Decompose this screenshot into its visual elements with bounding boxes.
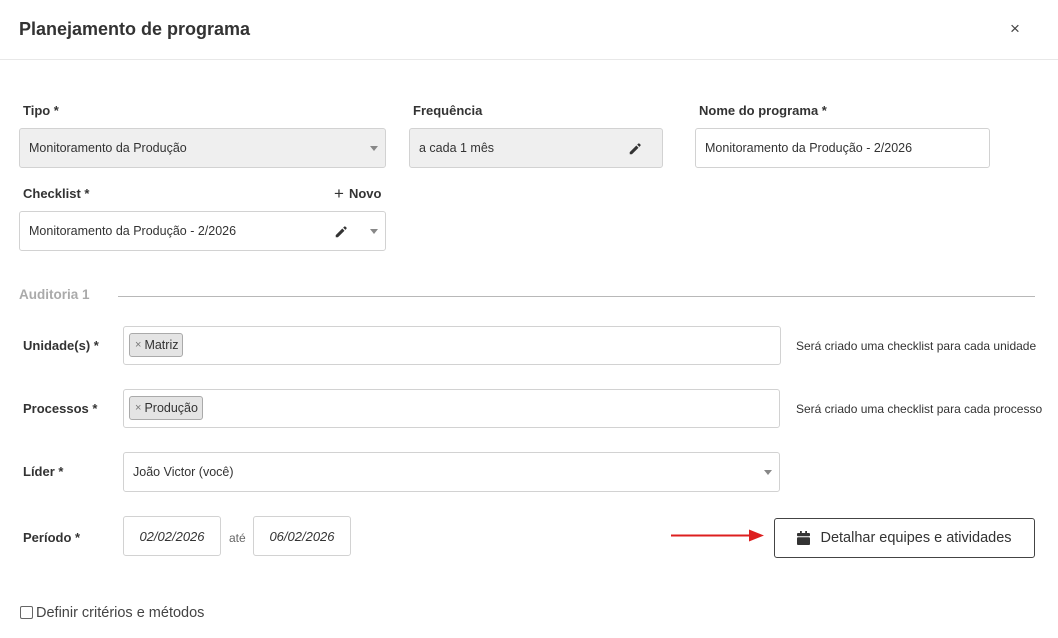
modal-title: Planejamento de programa bbox=[19, 19, 251, 39]
tag-matriz: × Matriz bbox=[129, 333, 184, 357]
periodo-start-input[interactable]: 02/02/2026 bbox=[123, 516, 221, 556]
detail-button-label: Detalhar equipes e atividades bbox=[820, 530, 1012, 546]
chevron-down-icon bbox=[764, 470, 772, 475]
lider-value: João Victor (você) bbox=[133, 465, 234, 479]
tipo-label: Tipo * bbox=[23, 103, 59, 118]
annotation-arrow bbox=[671, 529, 764, 542]
tag-remove-icon[interactable]: × bbox=[135, 339, 141, 351]
header-divider bbox=[0, 59, 1058, 60]
periodo-end-input[interactable]: 06/02/2026 bbox=[253, 516, 351, 556]
chevron-down-icon bbox=[370, 229, 378, 234]
unidades-label: Unidade(s) * bbox=[23, 338, 99, 353]
tag-remove-icon[interactable]: × bbox=[135, 402, 141, 414]
novo-label: Novo bbox=[348, 186, 382, 201]
periodo-separator: até bbox=[229, 531, 246, 545]
nome-programa-input[interactable]: Monitoramento da Produção - 2/2026 bbox=[695, 128, 990, 168]
pencil-icon[interactable] bbox=[628, 142, 642, 156]
processos-hint: Será criado uma checklist para cada proc… bbox=[796, 402, 1043, 416]
tag-label: Matriz bbox=[144, 338, 179, 352]
tipo-value: Monitoramento da Produção bbox=[29, 141, 187, 155]
checklist-label: Checklist * bbox=[23, 186, 90, 201]
tag-label: Produção bbox=[144, 401, 198, 415]
lider-select[interactable]: João Victor (você) bbox=[123, 452, 780, 492]
lider-label: Líder * bbox=[23, 464, 64, 479]
pencil-icon[interactable] bbox=[334, 225, 348, 239]
periodo-label: Período * bbox=[23, 530, 81, 545]
criterios-checkbox[interactable] bbox=[20, 606, 33, 619]
detail-teams-activities-button[interactable]: Detalhar equipes e atividades bbox=[774, 518, 1035, 558]
close-button[interactable]: × bbox=[1002, 16, 1028, 42]
unidades-multiselect[interactable]: × Matriz bbox=[123, 326, 781, 365]
processos-label: Processos * bbox=[23, 401, 98, 416]
nome-programa-label: Nome do programa * bbox=[699, 103, 827, 118]
tag-producao: × Produção bbox=[129, 396, 203, 420]
frequencia-label: Frequência bbox=[413, 103, 483, 118]
novo-checklist-button[interactable]: + Novo bbox=[334, 184, 382, 203]
plus-icon: + bbox=[334, 184, 344, 203]
tipo-select[interactable]: Monitoramento da Produção bbox=[19, 128, 386, 168]
checklist-select[interactable]: Monitoramento da Produção - 2/2026 bbox=[19, 211, 386, 251]
criterios-label[interactable]: Definir critérios e métodos bbox=[36, 604, 204, 622]
nome-programa-value: Monitoramento da Produção - 2/2026 bbox=[705, 141, 913, 155]
processos-multiselect[interactable]: × Produção bbox=[123, 389, 780, 428]
section-title-auditoria: Auditoria 1 bbox=[19, 287, 90, 302]
frequencia-value: a cada 1 mês bbox=[419, 141, 495, 155]
section-divider bbox=[118, 296, 1035, 297]
unidades-hint: Será criado uma checklist para cada unid… bbox=[796, 339, 1037, 353]
checklist-value: Monitoramento da Produção - 2/2026 bbox=[29, 224, 237, 238]
calendar-icon bbox=[797, 531, 811, 545]
chevron-down-icon bbox=[370, 146, 378, 151]
frequencia-field[interactable]: a cada 1 mês bbox=[409, 128, 663, 168]
